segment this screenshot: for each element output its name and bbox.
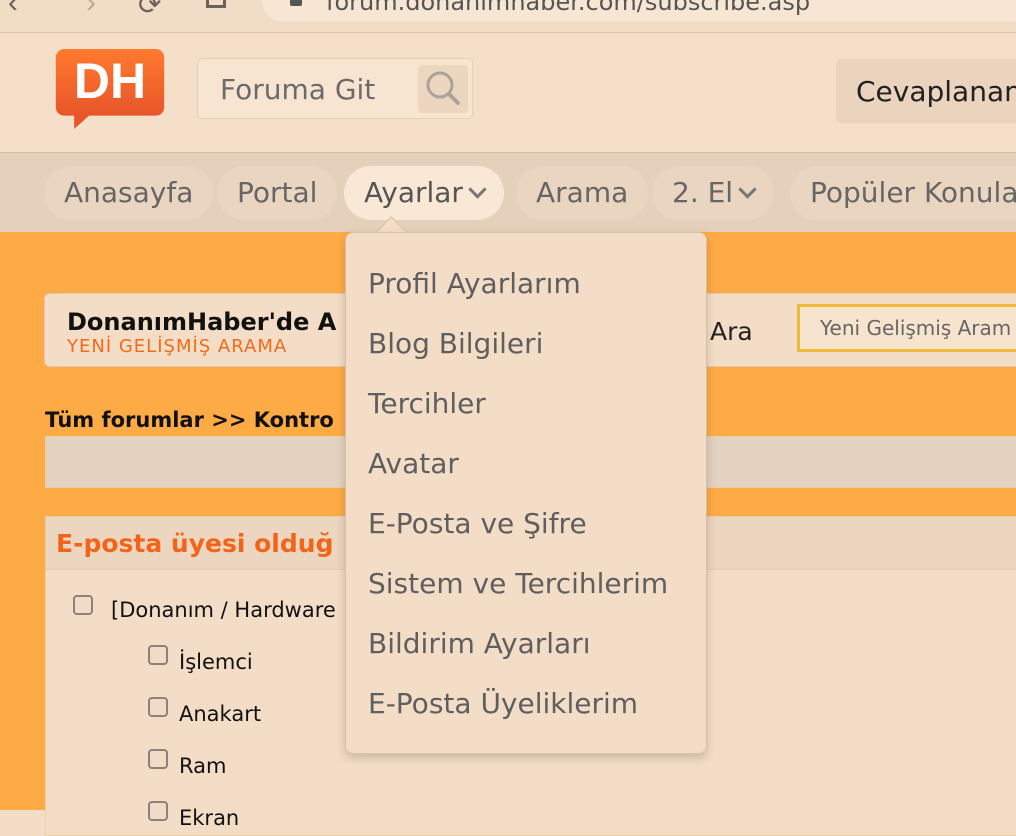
advanced-search-link[interactable]: YENİ GELİŞMİŞ ARAMA	[67, 336, 287, 357]
tab-label: Ayarlar	[364, 176, 463, 209]
menu-item-avatar[interactable]: Avatar	[368, 447, 459, 480]
forum-checkbox[interactable]	[148, 801, 168, 821]
category-checkbox[interactable]	[73, 595, 93, 615]
logo-text: DH	[74, 53, 146, 109]
forum-checkbox[interactable]	[148, 697, 168, 717]
chevron-down-icon	[738, 180, 757, 199]
unanswered-topics-button[interactable]: Cevaplanan	[836, 59, 1016, 123]
advanced-search-input[interactable]: Yeni Gelişmiş Aram	[797, 304, 1016, 352]
tab-label: Popüler Konula	[810, 176, 1016, 209]
menu-item-eposta-uyeliklerim[interactable]: E-Posta Üyeliklerim	[368, 687, 638, 720]
settings-dropdown-menu: Profil Ayarlarım Blog Bilgileri Tercihle…	[345, 232, 707, 754]
forum-label: İşlemci	[179, 650, 253, 674]
tab-ayarlar[interactable]: Ayarlar	[344, 166, 504, 220]
search-label: Ara	[710, 317, 753, 346]
unanswered-label: Cevaplanan	[856, 75, 1016, 108]
main-nav: Anasayfa Portal Ayarlar Arama 2. El Popü…	[0, 152, 1016, 233]
back-icon[interactable]: ‹	[8, 0, 18, 20]
forum-checkbox[interactable]	[148, 645, 168, 665]
menu-item-tercihler[interactable]: Tercihler	[368, 387, 486, 420]
reload-icon[interactable]: ⟳	[138, 0, 161, 21]
url-text: forum.donanimhaber.com/subscribe.asp	[326, 0, 811, 16]
tab-label: Portal	[237, 176, 318, 209]
home-icon[interactable]	[206, 0, 226, 8]
tab-populer-konular[interactable]: Popüler Konula	[790, 166, 1016, 220]
forward-icon[interactable]: ›	[86, 0, 96, 20]
tab-portal[interactable]: Portal	[217, 166, 338, 220]
search-button[interactable]	[418, 65, 468, 113]
tab-label: Arama	[536, 176, 629, 209]
menu-item-eposta-sifre[interactable]: E-Posta ve Şifre	[368, 507, 587, 540]
breadcrumb[interactable]: Tüm forumlar >> Kontro	[45, 408, 334, 432]
forum-search-box[interactable]: Foruma Git	[197, 58, 473, 119]
tab-anasayfa[interactable]: Anasayfa	[44, 166, 214, 220]
lock-icon	[290, 0, 302, 6]
forum-checkbox[interactable]	[148, 749, 168, 769]
menu-item-profil-ayarlarim[interactable]: Profil Ayarlarım	[368, 267, 581, 300]
menu-item-bildirim-ayarlari[interactable]: Bildirim Ayarları	[368, 627, 591, 660]
search-icon	[426, 71, 460, 105]
tab-label: Anasayfa	[64, 176, 194, 209]
forum-search-input[interactable]: Foruma Git	[220, 73, 375, 106]
tab-ikinci-el[interactable]: 2. El	[652, 166, 775, 220]
menu-item-sistem-tercihlerim[interactable]: Sistem ve Tercihlerim	[368, 567, 668, 600]
menu-item-blog-bilgileri[interactable]: Blog Bilgileri	[368, 327, 543, 360]
dh-logo-icon[interactable]: DH	[45, 49, 175, 129]
category-label: [Donanım / Hardware	[111, 598, 336, 622]
tab-label: 2. El	[672, 176, 734, 209]
chevron-down-icon	[468, 180, 487, 199]
forum-label: Ram	[179, 754, 227, 778]
search-panel-title: DonanımHaber'de A	[67, 308, 337, 336]
tab-arama[interactable]: Arama	[516, 166, 649, 220]
forum-label: Anakart	[179, 702, 262, 726]
browser-toolbar: ‹ › ⟳ forum.donanimhaber.com/subscribe.a…	[0, 0, 1016, 33]
subscriptions-title: E-posta üyesi olduğ	[56, 529, 334, 558]
